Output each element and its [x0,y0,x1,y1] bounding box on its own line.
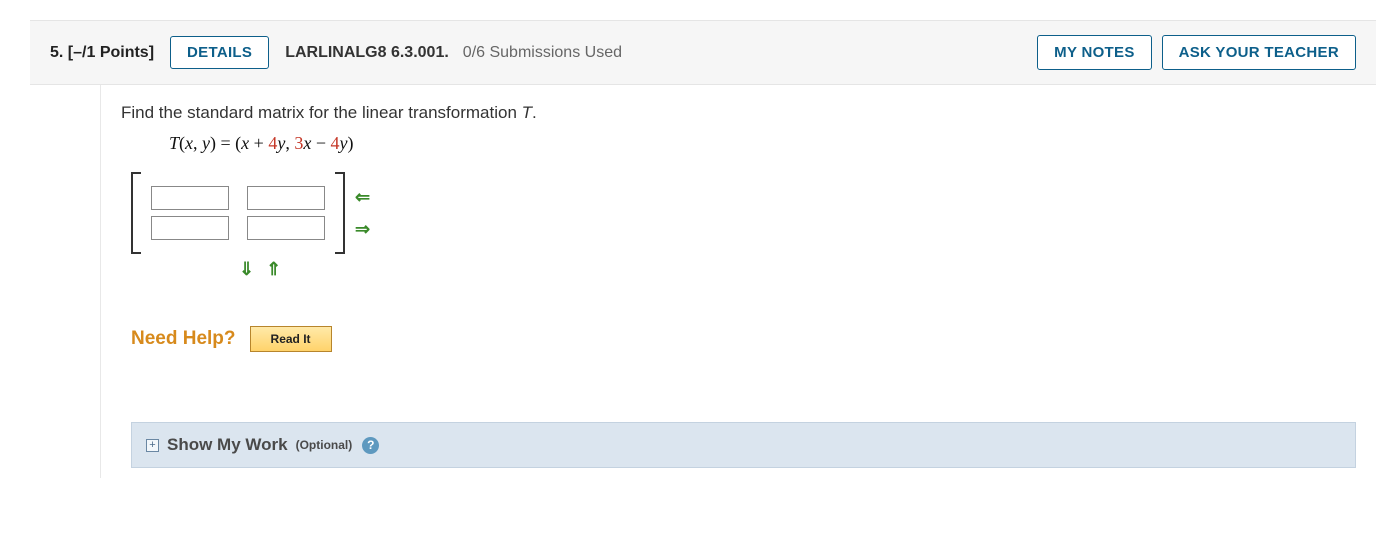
read-it-button[interactable]: Read It [250,326,332,352]
transformation-formula: T(x, y) = (x + 4y, 3x − 4y) [169,133,1356,154]
details-button[interactable]: DETAILS [170,36,269,69]
answer-matrix: ⇐ ⇒ [131,172,1356,254]
need-help-label: Need Help? [131,328,236,350]
help-icon[interactable]: ? [362,437,379,454]
remove-row-icon[interactable]: ⇑ [266,260,281,278]
add-column-icon[interactable]: ⇒ [355,220,370,238]
matrix-bracket-left [131,172,141,254]
ask-teacher-button[interactable]: ASK YOUR TEACHER [1162,35,1356,70]
matrix-cell-1-0[interactable] [151,216,229,240]
matrix-cell-1-1[interactable] [247,216,325,240]
submissions-used: 0/6 Submissions Used [463,44,622,62]
expand-icon: + [146,439,159,452]
matrix-bracket-right [335,172,345,254]
add-row-icon[interactable]: ⇓ [239,260,254,278]
question-number: 5. [–/1 Points] [50,44,154,62]
show-my-work-title: Show My Work [167,435,288,455]
show-my-work-bar[interactable]: + Show My Work (Optional) ? [131,422,1356,468]
show-my-work-optional: (Optional) [296,438,353,452]
question-prompt: Find the standard matrix for the linear … [121,103,1356,123]
remove-column-icon[interactable]: ⇐ [355,188,370,206]
my-notes-button[interactable]: MY NOTES [1037,35,1151,70]
matrix-cell-0-0[interactable] [151,186,229,210]
need-help-row: Need Help? Read It [131,326,1356,352]
question-code: LARLINALG8 6.3.001. [285,44,449,62]
question-header: 5. [–/1 Points] DETAILS LARLINALG8 6.3.0… [30,20,1376,85]
matrix-cell-0-1[interactable] [247,186,325,210]
question-body: Find the standard matrix for the linear … [100,85,1376,478]
